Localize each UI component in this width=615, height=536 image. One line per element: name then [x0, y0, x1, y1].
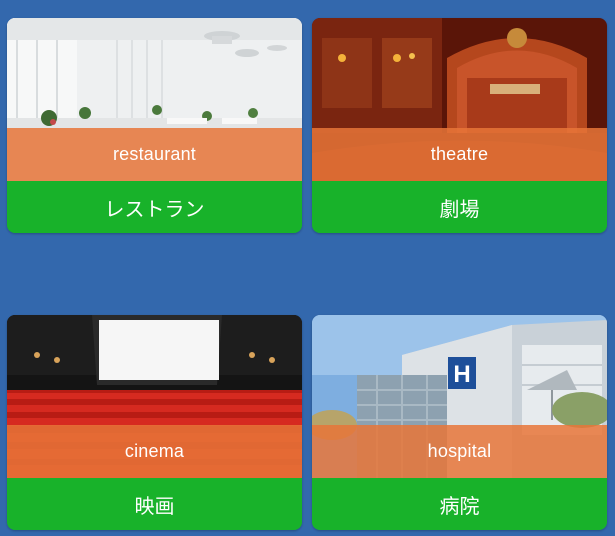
english-word: restaurant [7, 128, 302, 181]
english-word: theatre [312, 128, 607, 181]
japanese-word: 劇場 [312, 181, 607, 233]
word-card-theatre[interactable]: theatre 劇場 [312, 18, 607, 233]
word-card-restaurant[interactable]: restaurant レストラン [7, 18, 302, 233]
japanese-word: 病院 [312, 478, 607, 530]
word-card-hospital[interactable]: H hospital 病院 [312, 315, 607, 530]
japanese-word: 映画 [7, 478, 302, 530]
svg-text:H: H [453, 361, 470, 388]
vocabulary-grid-page: { "cards": [ {"english": "restaurant", "… [0, 0, 615, 536]
english-word: hospital [312, 425, 607, 478]
word-card-cinema[interactable]: cinema 映画 [7, 315, 302, 530]
japanese-word: レストラン [7, 181, 302, 233]
english-word: cinema [7, 425, 302, 478]
